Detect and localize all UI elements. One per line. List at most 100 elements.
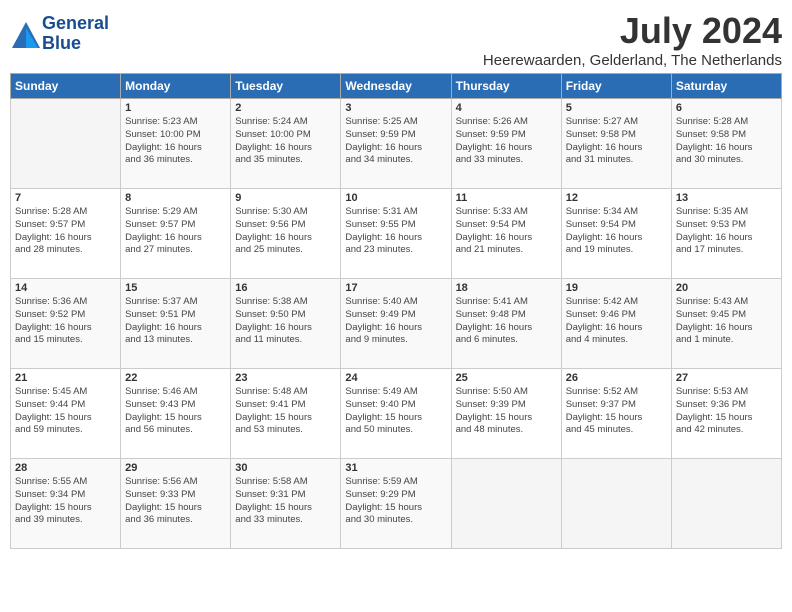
day-header-wednesday: Wednesday — [341, 74, 451, 99]
day-number: 3 — [345, 102, 446, 114]
calendar-cell: 18 Sunrise: 5:41 AMSunset: 9:48 PMDayligh… — [451, 279, 561, 369]
page-header: General Blue July 2024 Heerewaarden, Gel… — [10, 10, 782, 69]
day-number: 29 — [125, 462, 226, 474]
calendar-cell: 28 Sunrise: 5:55 AMSunset: 9:34 PMDayligh… — [11, 459, 121, 549]
day-number: 12 — [566, 192, 667, 204]
day-number: 6 — [676, 102, 777, 114]
day-header-saturday: Saturday — [671, 74, 781, 99]
day-info: Sunrise: 5:41 AMSunset: 9:48 PMDaylight:… — [456, 296, 557, 347]
calendar-cell: 9 Sunrise: 5:30 AMSunset: 9:56 PMDaylight… — [231, 189, 341, 279]
calendar-cell: 20Sunrise: 5:43 AMSunset: 9:45 PMDayligh… — [671, 279, 781, 369]
calendar-cell: 30Sunrise: 5:58 AMSunset: 9:31 PMDayligh… — [231, 459, 341, 549]
day-info: Sunrise: 5:36 AMSunset: 9:52 PMDaylight:… — [15, 296, 116, 347]
calendar-cell: 21Sunrise: 5:45 AMSunset: 9:44 PMDayligh… — [11, 369, 121, 459]
day-number: 9 — [235, 192, 336, 204]
calendar-cell: 16 Sunrise: 5:38 AMSunset: 9:50 PMDayligh… — [231, 279, 341, 369]
logo-text: General Blue — [42, 14, 109, 54]
calendar-cell: 26 Sunrise: 5:52 AMSunset: 9:37 PMDayligh… — [561, 369, 671, 459]
day-number: 2 — [235, 102, 336, 114]
title-block: July 2024 Heerewaarden, Gelderland, The … — [483, 10, 782, 69]
calendar-cell: 7 Sunrise: 5:28 AMSunset: 9:57 PMDaylight… — [11, 189, 121, 279]
calendar-cell: 22Sunrise: 5:46 AMSunset: 9:43 PMDayligh… — [121, 369, 231, 459]
day-info: Sunrise: 5:45 AMSunset: 9:44 PMDaylight:… — [15, 386, 116, 437]
day-info: Sunrise: 5:28 AMSunset: 9:57 PMDaylight:… — [15, 206, 116, 257]
day-number: 27 — [676, 372, 777, 384]
day-number: 1 — [125, 102, 226, 114]
day-info: Sunrise: 5:42 AMSunset: 9:46 PMDaylight:… — [566, 296, 667, 347]
day-number: 23 — [235, 372, 336, 384]
calendar-cell: 1 Sunrise: 5:23 AMSunset: 10:00 PMDayligh… — [121, 99, 231, 189]
day-number: 28 — [15, 462, 116, 474]
day-number: 4 — [456, 102, 557, 114]
day-number: 15 — [125, 282, 226, 294]
day-number: 16 — [235, 282, 336, 294]
day-info: Sunrise: 5:53 AMSunset: 9:36 PMDaylight:… — [676, 386, 777, 437]
calendar-cell: 14 Sunrise: 5:36 AMSunset: 9:52 PMDayligh… — [11, 279, 121, 369]
calendar-cell — [11, 99, 121, 189]
day-info: Sunrise: 5:56 AMSunset: 9:33 PMDaylight:… — [125, 476, 226, 527]
calendar-cell — [561, 459, 671, 549]
day-info: Sunrise: 5:24 AMSunset: 10:00 PMDaylight… — [235, 116, 336, 167]
calendar-cell: 13Sunrise: 5:35 AMSunset: 9:53 PMDayligh… — [671, 189, 781, 279]
day-info: Sunrise: 5:27 AMSunset: 9:58 PMDaylight:… — [566, 116, 667, 167]
day-number: 8 — [125, 192, 226, 204]
calendar-week-5: 28 Sunrise: 5:55 AMSunset: 9:34 PMDayligh… — [11, 459, 782, 549]
day-info: Sunrise: 5:50 AMSunset: 9:39 PMDaylight:… — [456, 386, 557, 437]
calendar-week-3: 14 Sunrise: 5:36 AMSunset: 9:52 PMDayligh… — [11, 279, 782, 369]
calendar-cell: 4 Sunrise: 5:26 AMSunset: 9:59 PMDaylight… — [451, 99, 561, 189]
day-number: 26 — [566, 372, 667, 384]
day-number: 5 — [566, 102, 667, 114]
day-number: 20 — [676, 282, 777, 294]
day-number: 14 — [15, 282, 116, 294]
calendar-cell: 10 Sunrise: 5:31 AMSunset: 9:55 PMDayligh… — [341, 189, 451, 279]
day-number: 22 — [125, 372, 226, 384]
calendar-cell: 2 Sunrise: 5:24 AMSunset: 10:00 PMDayligh… — [231, 99, 341, 189]
calendar-cell: 31Sunrise: 5:59 AMSunset: 9:29 PMDayligh… — [341, 459, 451, 549]
location-title: Heerewaarden, Gelderland, The Netherland… — [483, 52, 782, 69]
day-number: 10 — [345, 192, 446, 204]
calendar-cell: 8Sunrise: 5:29 AMSunset: 9:57 PMDaylight… — [121, 189, 231, 279]
day-number: 11 — [456, 192, 557, 204]
day-info: Sunrise: 5:55 AMSunset: 9:34 PMDaylight:… — [15, 476, 116, 527]
day-info: Sunrise: 5:23 AMSunset: 10:00 PMDaylight… — [125, 116, 226, 167]
day-header-friday: Friday — [561, 74, 671, 99]
calendar-cell — [451, 459, 561, 549]
day-info: Sunrise: 5:34 AMSunset: 9:54 PMDaylight:… — [566, 206, 667, 257]
day-info: Sunrise: 5:26 AMSunset: 9:59 PMDaylight:… — [456, 116, 557, 167]
day-info: Sunrise: 5:38 AMSunset: 9:50 PMDaylight:… — [235, 296, 336, 347]
day-info: Sunrise: 5:25 AMSunset: 9:59 PMDaylight:… — [345, 116, 446, 167]
calendar-cell: 19Sunrise: 5:42 AMSunset: 9:46 PMDayligh… — [561, 279, 671, 369]
day-number: 30 — [235, 462, 336, 474]
calendar-cell: 27 Sunrise: 5:53 AMSunset: 9:36 PMDayligh… — [671, 369, 781, 459]
day-info: Sunrise: 5:40 AMSunset: 9:49 PMDaylight:… — [345, 296, 446, 347]
day-header-tuesday: Tuesday — [231, 74, 341, 99]
calendar-table: SundayMondayTuesdayWednesdayThursdayFrid… — [10, 73, 782, 549]
logo: General Blue — [10, 14, 109, 54]
day-info: Sunrise: 5:28 AMSunset: 9:58 PMDaylight:… — [676, 116, 777, 167]
calendar-cell: 15 Sunrise: 5:37 AMSunset: 9:51 PMDayligh… — [121, 279, 231, 369]
calendar-cell: 25 Sunrise: 5:50 AMSunset: 9:39 PMDayligh… — [451, 369, 561, 459]
calendar-cell: 24Sunrise: 5:49 AMSunset: 9:40 PMDayligh… — [341, 369, 451, 459]
day-info: Sunrise: 5:49 AMSunset: 9:40 PMDaylight:… — [345, 386, 446, 437]
day-number: 25 — [456, 372, 557, 384]
day-number: 18 — [456, 282, 557, 294]
day-info: Sunrise: 5:37 AMSunset: 9:51 PMDaylight:… — [125, 296, 226, 347]
day-info: Sunrise: 5:52 AMSunset: 9:37 PMDaylight:… — [566, 386, 667, 437]
calendar-cell: 23Sunrise: 5:48 AMSunset: 9:41 PMDayligh… — [231, 369, 341, 459]
day-info: Sunrise: 5:33 AMSunset: 9:54 PMDaylight:… — [456, 206, 557, 257]
day-number: 7 — [15, 192, 116, 204]
day-info: Sunrise: 5:31 AMSunset: 9:55 PMDaylight:… — [345, 206, 446, 257]
calendar-week-1: 1 Sunrise: 5:23 AMSunset: 10:00 PMDayligh… — [11, 99, 782, 189]
calendar-cell: 3 Sunrise: 5:25 AMSunset: 9:59 PMDaylight… — [341, 99, 451, 189]
calendar-cell: 29 Sunrise: 5:56 AMSunset: 9:33 PMDayligh… — [121, 459, 231, 549]
calendar-week-2: 7 Sunrise: 5:28 AMSunset: 9:57 PMDaylight… — [11, 189, 782, 279]
calendar-week-4: 21Sunrise: 5:45 AMSunset: 9:44 PMDayligh… — [11, 369, 782, 459]
calendar-cell: 6 Sunrise: 5:28 AMSunset: 9:58 PMDaylight… — [671, 99, 781, 189]
day-info: Sunrise: 5:30 AMSunset: 9:56 PMDaylight:… — [235, 206, 336, 257]
calendar-cell: 17Sunrise: 5:40 AMSunset: 9:49 PMDayligh… — [341, 279, 451, 369]
calendar-cell — [671, 459, 781, 549]
day-header-thursday: Thursday — [451, 74, 561, 99]
day-header-sunday: Sunday — [11, 74, 121, 99]
month-title: July 2024 — [483, 10, 782, 52]
calendar-cell: 11 Sunrise: 5:33 AMSunset: 9:54 PMDayligh… — [451, 189, 561, 279]
